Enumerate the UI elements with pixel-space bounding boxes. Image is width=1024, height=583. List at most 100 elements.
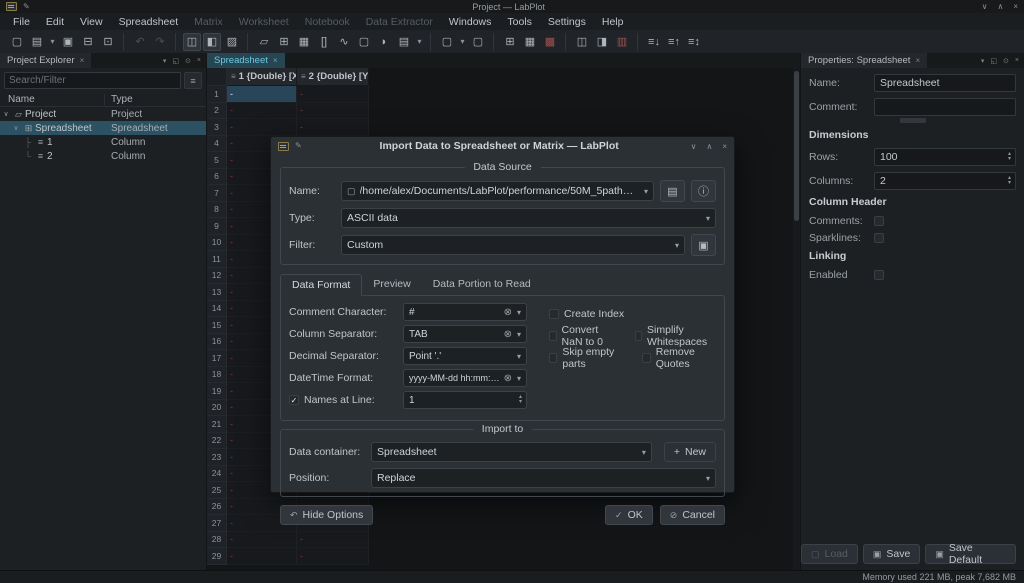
comment-field[interactable] — [874, 98, 1016, 116]
column-header-1[interactable]: ≡ 1 {Double} [X] — [227, 68, 297, 86]
remove-rows-icon[interactable]: ▩ — [541, 33, 559, 51]
row-header[interactable]: 12 — [207, 268, 227, 285]
row-header[interactable]: 11 — [207, 251, 227, 268]
sort-ascending-icon[interactable]: ≡↓ — [645, 33, 663, 51]
chevron-down-icon[interactable]: ▾ — [644, 187, 648, 196]
chevron-down-icon[interactable]: ▾ — [706, 474, 710, 483]
tab-close-icon[interactable]: × — [915, 56, 920, 65]
details-view-icon[interactable]: ◧ — [203, 33, 221, 51]
row-header[interactable]: 29 — [207, 548, 227, 565]
row-header[interactable]: 20 — [207, 400, 227, 417]
maximize-icon[interactable]: ∧ — [997, 2, 1003, 11]
spin-down-icon[interactable]: ▾ — [1008, 157, 1011, 162]
row-header[interactable]: 9 — [207, 218, 227, 235]
cell[interactable]: - — [297, 103, 369, 120]
type-combobox[interactable]: ASCII data ▾ — [341, 208, 716, 228]
chevron-down-icon[interactable]: ▾ — [517, 374, 521, 383]
save-project-icon[interactable]: ▣ — [59, 33, 77, 51]
menu-view[interactable]: View — [73, 15, 110, 29]
ok-button[interactable]: ✓ OK — [605, 505, 653, 525]
chevron-down-icon[interactable]: ▾ — [706, 214, 710, 223]
tree-item-column-1[interactable]: ├ ≡ 1 Column — [0, 135, 206, 149]
convert-nan-checkbox[interactable] — [549, 331, 557, 341]
cell[interactable]: - — [297, 86, 369, 103]
open-recent-caret-icon[interactable]: ▾ — [48, 33, 57, 51]
file-name-combobox[interactable]: ▢ /home/alex/Documents/LabPlot/performan… — [341, 181, 654, 201]
new-worksheet-icon[interactable]: ▢ — [355, 33, 373, 51]
row-header[interactable]: 17 — [207, 350, 227, 367]
expander-icon[interactable]: ∨ — [0, 110, 12, 118]
panel-pin-icon[interactable]: ⊙ — [1003, 57, 1009, 65]
panel-menu-icon[interactable]: ▾ — [163, 57, 167, 65]
close-icon[interactable]: × — [1013, 2, 1018, 11]
rows-spinbox[interactable]: 100 ▴▾ — [874, 148, 1016, 166]
row-header[interactable]: 19 — [207, 383, 227, 400]
spin-down-icon[interactable]: ▾ — [1008, 181, 1011, 186]
data-container-combobox[interactable]: Spreadsheet ▾ — [371, 442, 652, 462]
row-header[interactable]: 16 — [207, 334, 227, 351]
cascade-view-icon[interactable]: ◫ — [183, 33, 201, 51]
cell[interactable]: - — [227, 103, 297, 120]
open-project-icon[interactable]: ▤ — [28, 33, 46, 51]
insert-column-left-icon[interactable]: ◫ — [573, 33, 591, 51]
panel-close-icon[interactable]: × — [197, 57, 201, 64]
linking-enabled-checkbox[interactable] — [874, 270, 884, 280]
menu-edit[interactable]: Edit — [39, 15, 71, 29]
file-info-button[interactable]: ⓘ — [691, 180, 716, 202]
tab-data-portion[interactable]: Data Portion to Read — [422, 274, 542, 295]
panel-close-icon[interactable]: × — [1015, 57, 1019, 64]
remove-columns-icon[interactable]: ▥ — [613, 33, 631, 51]
dialog-close-icon[interactable]: × — [722, 142, 727, 151]
new-matrix-icon[interactable]: ▦ — [295, 33, 313, 51]
search-input[interactable] — [4, 72, 181, 89]
tab-close-icon[interactable]: × — [273, 56, 278, 65]
new-project-icon[interactable]: ▢ — [8, 33, 26, 51]
row-header[interactable]: 23 — [207, 449, 227, 466]
row-header[interactable]: 4 — [207, 136, 227, 153]
row-header[interactable]: 22 — [207, 433, 227, 450]
cell[interactable]: - — [297, 119, 369, 136]
chevron-down-icon[interactable]: ▾ — [675, 241, 679, 250]
menu-settings[interactable]: Settings — [541, 15, 593, 29]
row-header[interactable]: 25 — [207, 482, 227, 499]
chevron-down-icon[interactable]: ▾ — [517, 308, 521, 317]
menu-windows[interactable]: Windows — [442, 15, 499, 29]
tree-header-name[interactable]: Name — [0, 94, 105, 105]
position-combobox[interactable]: Replace ▾ — [371, 468, 716, 488]
columns-spinbox[interactable]: 2 ▴▾ — [874, 172, 1016, 190]
print-preview-icon[interactable]: ⊡ — [99, 33, 117, 51]
row-header[interactable]: 8 — [207, 202, 227, 219]
spin-down-icon[interactable]: ▾ — [519, 400, 522, 405]
row-header[interactable]: 13 — [207, 284, 227, 301]
dialog-maximize-icon[interactable]: ∧ — [706, 142, 712, 151]
tree-header-type[interactable]: Type — [105, 94, 206, 105]
clear-text-icon[interactable]: ⊗ — [504, 373, 512, 384]
filter-options-icon[interactable]: ≡ — [184, 72, 202, 89]
chevron-down-icon[interactable]: ▾ — [642, 448, 646, 457]
export-icon[interactable]: ▢ — [469, 33, 487, 51]
panel-float-icon[interactable]: ◱ — [990, 57, 997, 65]
row-header[interactable]: 5 — [207, 152, 227, 169]
new-notebook-icon[interactable]: ◗ — [375, 33, 393, 51]
row-header[interactable]: 21 — [207, 416, 227, 433]
tab-project-explorer[interactable]: Project Explorer × — [0, 53, 91, 68]
sparklines-checkbox[interactable] — [874, 233, 884, 243]
panel-pin-icon[interactable]: ⊙ — [185, 57, 191, 65]
worksheet-image-icon[interactable]: ▨ — [223, 33, 241, 51]
name-field[interactable]: Spreadsheet — [874, 74, 1016, 92]
tab-data-format[interactable]: Data Format — [280, 274, 362, 296]
remove-quotes-checkbox[interactable] — [642, 353, 650, 363]
expander-icon[interactable]: ∨ — [10, 124, 22, 132]
menu-file[interactable]: File — [6, 15, 37, 29]
import-file-icon[interactable]: ▢ — [438, 33, 456, 51]
cell[interactable]: - — [227, 86, 297, 103]
create-index-checkbox[interactable] — [549, 309, 559, 319]
tab-spreadsheet[interactable]: Spreadsheet × — [207, 53, 285, 68]
new-workbook-icon[interactable]: [] — [315, 33, 333, 51]
hide-options-button[interactable]: ↶ Hide Options — [280, 505, 373, 525]
insert-column-right-icon[interactable]: ◨ — [593, 33, 611, 51]
row-header[interactable]: 3 — [207, 119, 227, 136]
corner-cell[interactable] — [207, 68, 227, 86]
comment-resize-grip[interactable] — [900, 118, 926, 123]
row-header[interactable]: 1 — [207, 86, 227, 103]
